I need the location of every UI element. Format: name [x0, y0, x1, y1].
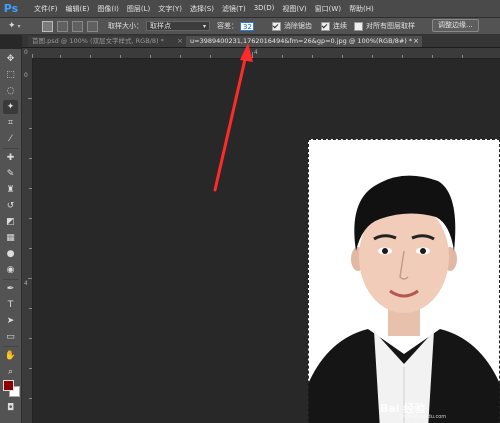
all-layers-group[interactable]: 对所有图层取样	[354, 21, 415, 31]
eyedropper-icon[interactable]: ⁄	[3, 132, 18, 146]
tool-preset-picker[interactable]: ✦ ▾	[8, 21, 21, 31]
shape-icon[interactable]: ▭	[3, 330, 18, 344]
sample-size-group: 取样大小： 取样点 ▾	[108, 21, 210, 31]
antialias-label: 消除锯齿	[284, 22, 312, 30]
contiguous-checkbox[interactable]	[321, 21, 330, 31]
menu-select[interactable]: 选择(S)	[190, 4, 214, 14]
ruler-vertical: 0 4	[22, 58, 33, 423]
menu-layer[interactable]: 图层(L)	[127, 4, 150, 14]
menu-window[interactable]: 窗口(W)	[315, 4, 341, 14]
path-selection-icon[interactable]: ➤	[3, 314, 18, 328]
refine-edge-group: 调整边缘...	[432, 18, 479, 32]
ruler-number: 0	[24, 49, 28, 56]
ruler-number: 4	[24, 280, 28, 287]
tolerance-label: 容差：	[217, 22, 238, 30]
magic-wand-icon[interactable]: ✦	[3, 100, 18, 114]
magic-wand-icon: ✦	[8, 21, 16, 31]
options-bar: ✦ ▾ 取样大小： 取样点 ▾ 容差： 32 消除锯齿 连续 对所有图层取样 调…	[0, 18, 500, 35]
all-layers-label: 对所有图层取样	[366, 22, 415, 30]
brush-icon[interactable]: ✎	[3, 167, 18, 181]
blur-icon[interactable]: ●	[3, 247, 18, 261]
close-icon[interactable]: ×	[413, 36, 419, 47]
type-icon[interactable]: T	[3, 298, 18, 312]
antialias-group[interactable]: 消除锯齿	[272, 21, 312, 31]
refine-edge-button[interactable]: 调整边缘...	[432, 18, 479, 32]
gradient-icon[interactable]: ▦	[3, 231, 18, 245]
chevron-down-icon: ▾	[202, 22, 206, 30]
selection-marquee	[308, 139, 500, 423]
menu-file[interactable]: 文件(F)	[34, 4, 58, 14]
foreground-color-swatch[interactable]	[3, 380, 14, 391]
move-icon[interactable]: ✥	[3, 52, 18, 66]
document-tab-bar: 首图.psd @ 100% (双层文字样式, RGB/8) * × u=3989…	[22, 35, 500, 48]
sample-size-select[interactable]: 取样点 ▾	[146, 21, 210, 31]
chevron-down-icon: ▾	[17, 22, 21, 30]
marquee-icon[interactable]: ⬚	[3, 68, 18, 82]
tolerance-input[interactable]: 32	[240, 21, 254, 31]
menu-items: 文件(F) 编辑(E) 图像(I) 图层(L) 文字(Y) 选择(S) 滤镜(T…	[26, 4, 374, 14]
history-brush-icon[interactable]: ↺	[3, 199, 18, 213]
sample-size-value: 取样点	[150, 22, 171, 30]
intersect-selection-button[interactable]	[87, 20, 98, 32]
menu-image[interactable]: 图像(I)	[97, 4, 119, 14]
antialias-checkbox[interactable]	[272, 21, 281, 31]
add-to-selection-button[interactable]	[57, 20, 68, 32]
selection-mode-group	[42, 20, 98, 32]
lasso-icon[interactable]: ◌	[3, 84, 18, 98]
tab-label: u=3989400231,1762016494&fm=26&gp=0.jpg @…	[190, 37, 413, 45]
quick-mask-icon[interactable]: ◘	[3, 401, 18, 415]
zoom-icon[interactable]: ⌕	[3, 365, 18, 379]
menu-3d[interactable]: 3D(D)	[254, 4, 275, 14]
close-icon[interactable]: ×	[177, 36, 183, 47]
contiguous-label: 连续	[333, 22, 347, 30]
contiguous-group[interactable]: 连续	[321, 21, 347, 31]
menu-help[interactable]: 帮助(H)	[349, 4, 374, 14]
menu-type[interactable]: 文字(Y)	[158, 4, 182, 14]
portrait-photo[interactable]	[308, 139, 500, 423]
tools-panel: ✥ ⬚ ◌ ✦ ⌗ ⁄ ✚ ✎ ♜ ↺ ◩ ▦ ● ◉ ✒ T ➤ ▭ ✋ ⌕ …	[0, 49, 22, 423]
ruler-number: 4	[254, 49, 258, 56]
menu-bar: Ps 文件(F) 编辑(E) 图像(I) 图层(L) 文字(Y) 选择(S) 滤…	[0, 0, 500, 18]
tab-document-2[interactable]: u=3989400231,1762016494&fm=26&gp=0.jpg @…	[186, 36, 422, 47]
sample-size-label: 取样大小：	[108, 22, 143, 30]
crop-icon[interactable]: ⌗	[3, 116, 18, 130]
dodge-icon[interactable]: ◉	[3, 263, 18, 277]
tab-label: 首图.psd @ 100% (双层文字样式, RGB/8) *	[32, 37, 164, 45]
ruler-number: 0	[24, 72, 28, 79]
healing-brush-icon[interactable]: ✚	[3, 151, 18, 165]
watermark-url: jingyan.baidu.com	[400, 414, 447, 420]
photoshop-logo: Ps	[3, 1, 19, 15]
menu-edit[interactable]: 编辑(E)	[66, 4, 90, 14]
hand-icon[interactable]: ✋	[3, 349, 18, 363]
pen-icon[interactable]: ✒	[3, 282, 18, 296]
menu-view[interactable]: 视图(V)	[282, 4, 306, 14]
tolerance-group: 容差： 32	[217, 21, 254, 31]
all-layers-checkbox[interactable]	[354, 21, 363, 31]
eraser-icon[interactable]: ◩	[3, 215, 18, 229]
new-selection-button[interactable]	[42, 20, 53, 32]
tab-document-1[interactable]: 首图.psd @ 100% (双层文字样式, RGB/8) * ×	[28, 36, 186, 47]
clone-stamp-icon[interactable]: ♜	[3, 183, 18, 197]
subtract-from-selection-button[interactable]	[72, 20, 83, 32]
document-canvas[interactable]	[33, 59, 500, 423]
ruler-horizontal: 0 4	[22, 48, 500, 59]
color-swatches	[3, 380, 20, 398]
menu-filter[interactable]: 滤镜(T)	[222, 4, 246, 14]
